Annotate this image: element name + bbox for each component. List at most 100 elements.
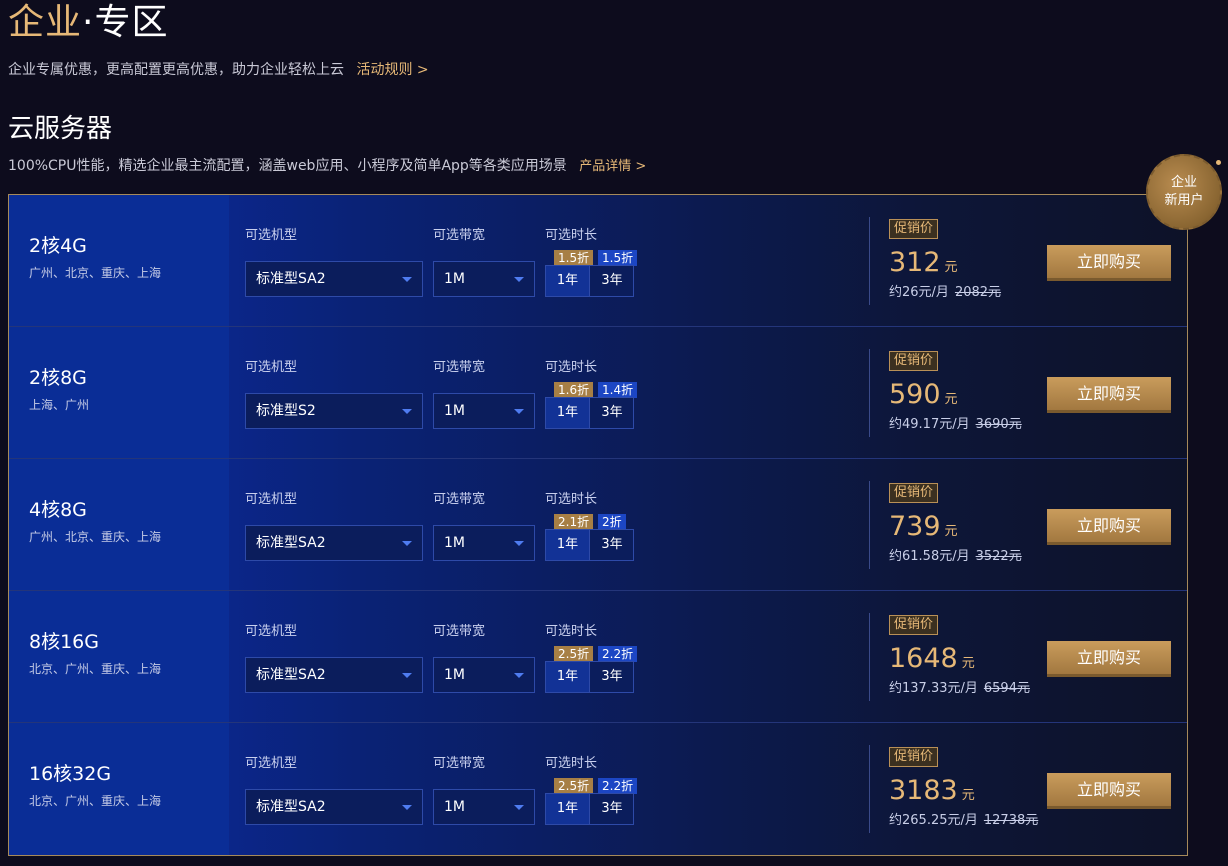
duration-option-1year[interactable]: 1年: [546, 662, 590, 692]
monthly-price-value: 约61.58元/月: [889, 549, 970, 564]
chevron-down-icon: [514, 805, 524, 810]
duration-option-3year[interactable]: 3年: [590, 398, 634, 428]
price-unit: 元: [944, 260, 958, 275]
duration-selector: 1年 3年: [545, 529, 634, 561]
original-price: 2082元: [954, 285, 1002, 300]
duration-option-3year[interactable]: 3年: [590, 794, 634, 824]
model-select[interactable]: 标准型S2: [245, 393, 423, 429]
bandwidth-label: 可选带宽: [433, 624, 486, 639]
discount-badge-1year: 2.5折: [554, 646, 594, 662]
price-unit: 元: [944, 392, 958, 407]
duration-label: 可选时长: [545, 624, 598, 639]
badge-dot-decoration: [1216, 160, 1221, 165]
model-select-value: 标准型SA2: [256, 535, 326, 551]
product-regions: 北京、广州、重庆、上海: [29, 662, 162, 676]
enterprise-new-user-badge: 企业 新用户: [1146, 154, 1222, 230]
duration-label: 可选时长: [545, 492, 598, 507]
discount-badge-1year: 1.5折: [554, 250, 594, 266]
duration-label: 可选时长: [545, 228, 598, 243]
chevron-down-icon: [514, 277, 524, 282]
buy-now-button[interactable]: 立即购买: [1047, 509, 1171, 545]
duration-label: 可选时长: [545, 360, 598, 375]
model-label: 可选机型: [245, 228, 298, 243]
model-select-value: 标准型SA2: [256, 799, 326, 815]
product-row: 8核16G 北京、广州、重庆、上海 可选机型 可选带宽 可选时长 标准型SA2 …: [9, 591, 1187, 723]
model-select[interactable]: 标准型SA2: [245, 525, 423, 561]
chevron-down-icon: [402, 673, 412, 678]
section-subtitle-text: 100%CPU性能，精选企业最主流配置，涵盖web应用、小程序及简单App等各类…: [8, 158, 567, 174]
promo-price-tag: 促销价: [889, 351, 939, 371]
duration-label: 可选时长: [545, 756, 598, 771]
model-select[interactable]: 标准型SA2: [245, 789, 423, 825]
duration-option-1year[interactable]: 1年: [546, 530, 590, 560]
buy-now-button[interactable]: 立即购买: [1047, 245, 1171, 281]
duration-option-1year[interactable]: 1年: [546, 794, 590, 824]
model-select[interactable]: 标准型SA2: [245, 261, 423, 297]
buy-now-button[interactable]: 立即购买: [1047, 377, 1171, 413]
chevron-down-icon: [402, 277, 412, 282]
product-spec: 2核4G: [29, 235, 87, 257]
promo-price: 3183 元: [889, 775, 975, 812]
divider: [869, 349, 870, 437]
monthly-price: 约49.17元/月 3690元: [889, 416, 1022, 434]
promo-price-tag: 促销价: [889, 219, 939, 239]
promo-price: 312 元: [889, 247, 958, 284]
page-title-rest: ·专区: [82, 2, 169, 43]
activity-rules-link[interactable]: 活动规则 >: [356, 62, 428, 78]
model-label: 可选机型: [245, 360, 298, 375]
bandwidth-select-value: 1M: [444, 799, 465, 815]
model-select[interactable]: 标准型SA2: [245, 657, 423, 693]
duration-option-3year[interactable]: 3年: [590, 266, 634, 296]
chevron-down-icon: [402, 805, 412, 810]
page-title: 企业·专区: [8, 0, 168, 46]
bandwidth-label: 可选带宽: [433, 756, 486, 771]
product-row: 16核32G 北京、广州、重庆、上海 可选机型 可选带宽 可选时长 标准型SA2…: [9, 723, 1187, 855]
duration-option-3year[interactable]: 3年: [590, 530, 634, 560]
model-label: 可选机型: [245, 492, 298, 507]
model-select-value: 标准型S2: [256, 403, 316, 419]
bandwidth-select[interactable]: 1M: [433, 789, 535, 825]
bandwidth-label: 可选带宽: [433, 360, 486, 375]
product-regions: 广州、北京、重庆、上海: [29, 530, 162, 544]
bandwidth-select-value: 1M: [444, 271, 465, 287]
discount-badge-1year: 2.1折: [554, 514, 594, 530]
section-subtitle: 100%CPU性能，精选企业最主流配置，涵盖web应用、小程序及简单App等各类…: [8, 156, 646, 177]
buy-now-button[interactable]: 立即购买: [1047, 773, 1171, 809]
monthly-price: 约26元/月 2082元: [889, 284, 1001, 302]
monthly-price: 约61.58元/月 3522元: [889, 548, 1022, 566]
monthly-price: 约137.33元/月 6594元: [889, 680, 1030, 698]
price-value: 590: [889, 379, 941, 410]
product-spec-area: [9, 723, 229, 855]
bandwidth-select[interactable]: 1M: [433, 261, 535, 297]
price-unit: 元: [961, 788, 975, 803]
discount-badge-1year: 1.6折: [554, 382, 594, 398]
product-spec-area: [9, 327, 229, 458]
original-price: 3690元: [975, 417, 1022, 432]
discount-badge-3year: 1.5折: [598, 250, 638, 266]
product-spec-area: [9, 591, 229, 722]
divider: [869, 613, 870, 701]
duration-option-3year[interactable]: 3年: [590, 662, 634, 692]
product-regions: 广州、北京、重庆、上海: [29, 266, 162, 280]
promo-price: 739 元: [889, 511, 958, 548]
divider: [869, 745, 870, 833]
duration-selector: 1年 3年: [545, 265, 634, 297]
promo-price: 590 元: [889, 379, 958, 416]
product-spec-area: [9, 459, 229, 590]
model-select-value: 标准型SA2: [256, 271, 326, 287]
buy-now-button[interactable]: 立即购买: [1047, 641, 1171, 677]
chevron-down-icon: [514, 673, 524, 678]
product-spec-area: [9, 195, 229, 326]
bandwidth-select[interactable]: 1M: [433, 657, 535, 693]
monthly-price-value: 约265.25元/月: [889, 813, 978, 828]
bandwidth-select[interactable]: 1M: [433, 393, 535, 429]
duration-option-1year[interactable]: 1年: [546, 266, 590, 296]
promo-price: 1648 元: [889, 643, 975, 680]
duration-selector: 1年 3年: [545, 661, 634, 693]
promo-price-tag: 促销价: [889, 615, 939, 635]
bandwidth-select[interactable]: 1M: [433, 525, 535, 561]
product-details-link[interactable]: 产品详情 >: [579, 159, 646, 174]
duration-option-1year[interactable]: 1年: [546, 398, 590, 428]
product-regions: 北京、广州、重庆、上海: [29, 794, 162, 808]
divider: [869, 217, 870, 305]
